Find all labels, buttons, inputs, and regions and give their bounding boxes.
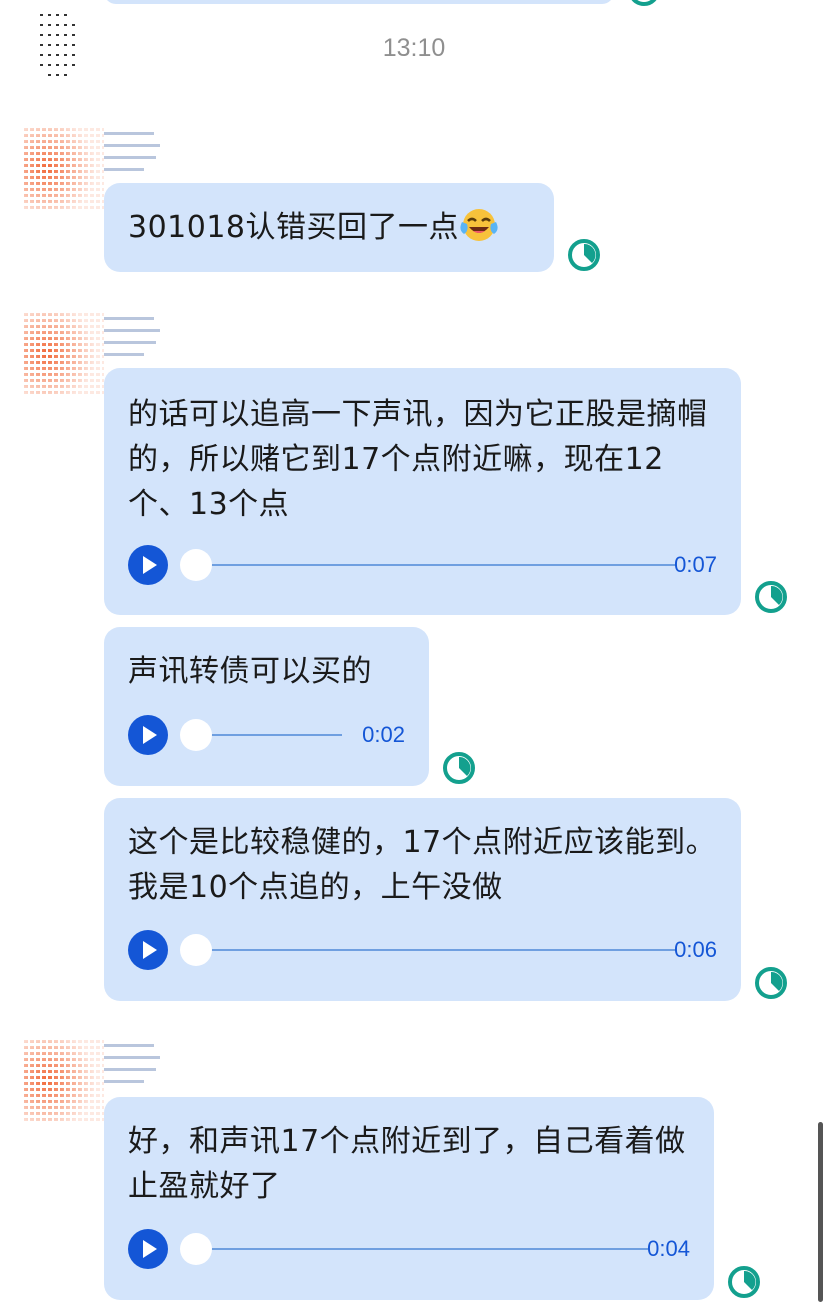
play-icon[interactable]: [128, 930, 168, 970]
progress-knob[interactable]: [180, 719, 212, 751]
voice-message-bubble[interactable]: 声讯转债可以买的 0:02: [104, 627, 429, 786]
timestamp: 13:10: [382, 34, 446, 62]
progress-track[interactable]: [196, 564, 676, 566]
voice-message-bubble[interactable]: 好，和声讯17个点附近到了，自己看着做止盈就好了 0:04: [104, 1097, 714, 1300]
chat-screen: 13:10 301018认错买回了一点 的话可以追高一下声讯，因为它正股是摘帽的…: [0, 0, 828, 1312]
voice-player: 0:02: [128, 715, 405, 755]
transcript-text: 声讯转债可以买的: [128, 654, 372, 689]
transcript-text: 这个是比较稳健的，17个点附近应该能到。我是10个点追的，上午没做: [128, 825, 717, 905]
voice-duration: 0:06: [674, 937, 717, 962]
voice-duration: 0:02: [362, 722, 405, 747]
message-text: 301018认错买回了一点: [128, 210, 460, 245]
progress-track[interactable]: [196, 734, 342, 736]
message-bubble[interactable]: 301018认错买回了一点: [104, 183, 554, 272]
read-status-icon: [728, 1266, 760, 1298]
read-status-icon: [443, 752, 475, 784]
voice-duration: 0:04: [647, 1236, 690, 1261]
play-icon[interactable]: [128, 1229, 168, 1269]
play-icon[interactable]: [128, 545, 168, 585]
read-status-icon: [755, 967, 787, 999]
voice-duration: 0:07: [674, 552, 717, 577]
transcript-text: 好，和声讯17个点附近到了，自己看着做止盈就好了: [128, 1124, 686, 1204]
read-status-icon: [755, 581, 787, 613]
voice-message-bubble[interactable]: 的话可以追高一下声讯，因为它正股是摘帽的，所以赌它到17个点附近嘛，现在12个、…: [104, 368, 741, 615]
read-status-icon: [568, 239, 600, 271]
transcript-text: 的话可以追高一下声讯，因为它正股是摘帽的，所以赌它到17个点附近嘛，现在12个、…: [128, 397, 708, 522]
progress-knob[interactable]: [180, 934, 212, 966]
voice-player: 0:04: [128, 1229, 690, 1269]
play-icon[interactable]: [128, 715, 168, 755]
crying-laughing-emoji: [460, 209, 498, 241]
voice-player: 0:07: [128, 545, 717, 585]
previous-message-bubble[interactable]: [104, 0, 614, 4]
read-status-icon: [631, 0, 657, 6]
voice-player: 0:06: [128, 930, 717, 970]
progress-knob[interactable]: [180, 549, 212, 581]
scrollbar[interactable]: [818, 1122, 823, 1302]
progress-knob[interactable]: [180, 1233, 212, 1265]
progress-track[interactable]: [196, 1248, 648, 1250]
progress-track[interactable]: [196, 949, 676, 951]
voice-message-bubble[interactable]: 这个是比较稳健的，17个点附近应该能到。我是10个点追的，上午没做 0:06: [104, 798, 741, 1001]
